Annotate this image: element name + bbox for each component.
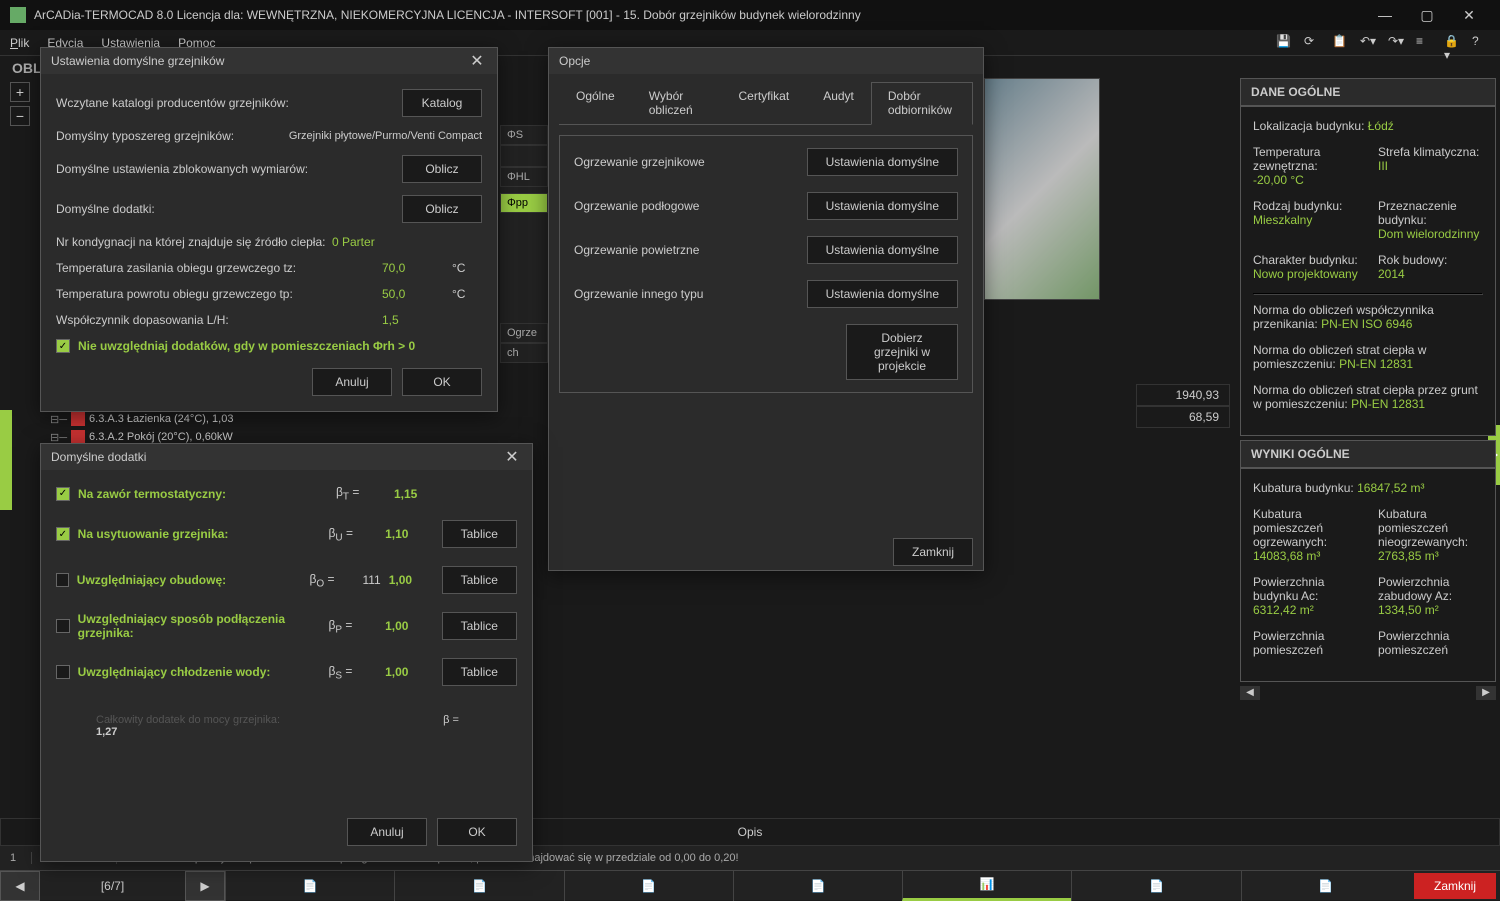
tab-icon-7[interactable]: 📄 (1241, 871, 1410, 901)
scroll-left-icon[interactable]: ◀ (1240, 686, 1260, 700)
minimize-button[interactable]: — (1364, 0, 1406, 30)
close-button[interactable]: Zamknij (893, 538, 973, 566)
tablice-button[interactable]: Tablice (442, 520, 517, 548)
tab-cert[interactable]: Certyfikat (722, 82, 807, 124)
close-button[interactable]: ✕ (1448, 0, 1490, 30)
location-checkbox[interactable]: ✓ (56, 527, 70, 541)
enclosure-checkbox[interactable] (56, 573, 69, 587)
general-results-header: WYNIKI OGÓLNE (1240, 440, 1496, 468)
menu-plik[interactable]: Plik (10, 36, 29, 50)
general-data-header: DANE OGÓLNE (1240, 78, 1496, 106)
cancel-button[interactable]: Anuluj (347, 818, 427, 846)
default-additives-dialog: Domyślne dodatki ✕ ✓ Na zawór termostaty… (40, 443, 533, 862)
tab-icon-2[interactable]: 📄 (394, 871, 563, 901)
save-icon[interactable]: 💾 (1276, 34, 1294, 52)
ok-button[interactable]: OK (402, 368, 482, 396)
katalog-button[interactable]: Katalog (402, 89, 482, 117)
options-dialog: Opcje Ogólne Wybór obliczeń Certyfikat A… (548, 47, 984, 571)
export-icon[interactable]: 📋 (1332, 34, 1350, 52)
tablice-button[interactable]: Tablice (442, 612, 517, 640)
tab-wybor[interactable]: Wybór obliczeń (632, 82, 722, 124)
tab-ogolne[interactable]: Ogólne (559, 82, 632, 124)
close-icon[interactable]: ✕ (502, 447, 522, 467)
page-indicator: [6/7] (40, 879, 185, 893)
default-settings-button[interactable]: Ustawienia domyślne (807, 148, 958, 176)
result-numbers: 1940,93 68,59 (1136, 384, 1230, 428)
undo-icon[interactable]: ↶▾ (1360, 34, 1378, 52)
dialog-title: Ustawienia domyślne grzejników (51, 54, 224, 68)
tab-icon-3[interactable]: 📄 (564, 871, 733, 901)
ok-button[interactable]: OK (437, 818, 517, 846)
window-title: ArCADia-TERMOCAD 8.0 Licencja dla: WEWNĘ… (34, 8, 861, 22)
cancel-button[interactable]: Anuluj (312, 368, 392, 396)
cooling-checkbox[interactable] (56, 665, 70, 679)
prev-page-button[interactable]: ◀ (0, 871, 40, 901)
dialog-title: Domyślne dodatki (51, 450, 146, 464)
tablice-button[interactable]: Tablice (442, 658, 517, 686)
thermostat-checkbox[interactable]: ✓ (56, 487, 70, 501)
3d-preview (984, 78, 1100, 300)
tab-dobor[interactable]: Dobór odbiorników (871, 82, 973, 125)
default-settings-button[interactable]: Ustawienia domyślne (807, 236, 958, 264)
help-icon[interactable]: ? (1472, 34, 1490, 52)
tab-icon-6[interactable]: 📄 (1071, 871, 1240, 901)
tab-icon-5[interactable]: 📊 (902, 871, 1071, 901)
titlebar: ArCADia-TERMOCAD 8.0 Licencja dla: WEWNĘ… (0, 0, 1500, 30)
column-labels: ΦS ΦHL Φpp Ogrze ch (500, 125, 548, 363)
right-panel: DANE OGÓLNE Lokalizacja budynku: Łódź Te… (1240, 78, 1496, 700)
tree-row[interactable]: ⊟─6.3.A.3 Łazienka (24°C), 1,03 (50, 410, 233, 428)
room-icon (71, 412, 85, 426)
add-icon[interactable]: + (10, 82, 30, 102)
zamknij-button[interactable]: Zamknij (1414, 873, 1496, 899)
tab-icon-1[interactable]: 📄 (225, 871, 394, 901)
close-icon[interactable]: ✕ (467, 51, 487, 71)
default-settings-button[interactable]: Ustawienia domyślne (807, 192, 958, 220)
refresh-icon[interactable]: ⟳ (1304, 34, 1322, 52)
tab-icon-4[interactable]: 📄 (733, 871, 902, 901)
radiator-settings-dialog: Ustawienia domyślne grzejników ✕ Wczytan… (40, 47, 498, 412)
oblicz-button[interactable]: Oblicz (402, 155, 482, 183)
dialog-title: Opcje (559, 54, 590, 68)
remove-icon[interactable]: − (10, 106, 30, 126)
oblicz-button-2[interactable]: Oblicz (402, 195, 482, 223)
select-radiators-button[interactable]: Dobierz grzejniki w projekcie (846, 324, 958, 380)
redo-icon[interactable]: ↷▾ (1388, 34, 1406, 52)
lock-icon[interactable]: 🔒▾ (1444, 34, 1462, 52)
app-logo (10, 7, 26, 23)
room-icon (71, 430, 85, 444)
tab-audyt[interactable]: Audyt (806, 82, 871, 124)
ignore-additives-checkbox[interactable]: ✓ (56, 339, 70, 353)
panel-collapse-left[interactable] (0, 410, 12, 510)
connection-checkbox[interactable] (56, 619, 70, 633)
scroll-right-icon[interactable]: ▶ (1476, 686, 1496, 700)
maximize-button[interactable]: ▢ (1406, 0, 1448, 30)
next-page-button[interactable]: ▶ (185, 871, 225, 901)
layers-icon[interactable]: ≡ (1416, 34, 1434, 52)
tablice-button[interactable]: Tablice (442, 566, 517, 594)
default-settings-button[interactable]: Ustawienia domyślne (807, 280, 958, 308)
tree-view: ⊟─6.3.A.3 Łazienka (24°C), 1,03 ⊟─6.3.A.… (50, 410, 233, 446)
